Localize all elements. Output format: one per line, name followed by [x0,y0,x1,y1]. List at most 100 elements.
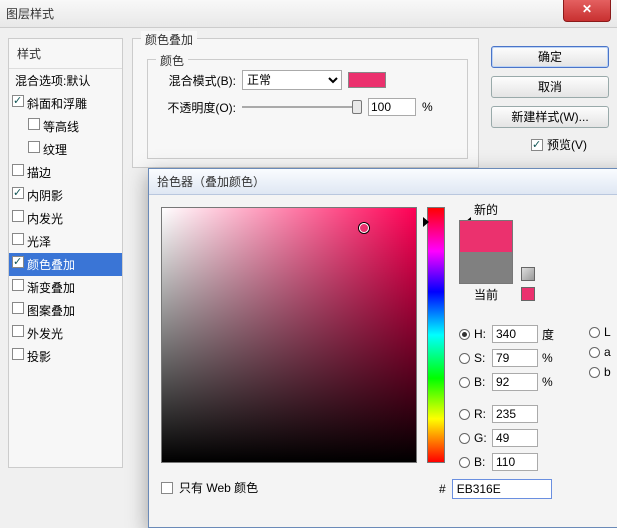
color-overlay-inner: 颜色 混合模式(B): 正常 不透明度(O): % [147,59,468,159]
s-input[interactable] [492,349,538,367]
r-radio[interactable] [459,409,470,420]
styles-list: 混合选项:默认斜面和浮雕等高线纹理描边内阴影内发光光泽颜色叠加渐变叠加图案叠加外… [9,69,122,368]
style-item-1[interactable]: 斜面和浮雕 [9,92,122,115]
style-item-label: 投影 [27,350,51,364]
style-checkbox[interactable] [12,279,24,291]
style-item-label: 描边 [27,166,51,180]
blend-mode-row: 混合模式(B): 正常 [158,70,457,90]
lab-a-label: a [604,345,614,359]
window-title: 图层样式 [6,5,54,22]
style-checkbox[interactable] [28,141,40,153]
g-input[interactable] [492,429,538,447]
style-item-8[interactable]: 颜色叠加 [9,253,122,276]
hex-input[interactable] [452,479,552,499]
style-item-7[interactable]: 光泽 [9,230,122,253]
style-item-label: 等高线 [43,120,79,134]
blend-mode-label: 混合模式(B): [158,72,236,89]
sv-cursor[interactable] [359,223,369,233]
style-checkbox[interactable] [12,302,24,314]
style-item-0[interactable]: 混合选项:默认 [9,69,122,92]
style-item-label: 图案叠加 [27,304,75,318]
picker-titlebar[interactable]: 拾色器（叠加颜色） [149,169,617,195]
style-checkbox[interactable] [12,164,24,176]
b-rgb-label: B: [474,455,488,469]
b-hsb-label: B: [474,375,488,389]
h-radio[interactable] [459,329,470,340]
hue-slider[interactable] [427,207,445,463]
h-row: H: 度 [459,325,558,343]
lab-l-radio[interactable] [589,327,600,338]
lab-l-row: L [589,325,614,339]
style-item-label: 光泽 [27,235,51,249]
h-label: H: [474,327,488,341]
style-item-label: 渐变叠加 [27,281,75,295]
close-icon: ✕ [582,2,592,16]
current-color-swatch[interactable] [460,252,512,283]
b-hsb-input[interactable] [492,373,538,391]
nearest-web-swatch[interactable] [521,287,535,301]
new-style-button[interactable]: 新建样式(W)... [491,106,609,128]
style-item-3[interactable]: 纹理 [9,138,122,161]
new-color-swatch[interactable] [460,221,512,252]
slider-thumb[interactable] [352,100,362,114]
web-only-checkbox[interactable] [161,482,173,494]
g-radio[interactable] [459,433,470,444]
g-label: G: [474,431,488,445]
style-item-label: 内发光 [27,212,63,226]
style-checkbox[interactable] [12,210,24,222]
cube-icon[interactable] [521,267,535,281]
b-hsb-row: B: % [459,373,558,391]
blend-mode-select[interactable]: 正常 [242,70,342,90]
s-label: S: [474,351,488,365]
b-rgb-row: B: [459,453,558,471]
b-hsb-radio[interactable] [459,377,470,388]
style-item-label: 内阴影 [27,189,63,203]
b-rgb-input[interactable] [492,453,538,471]
ok-button[interactable]: 确定 [491,46,609,68]
style-checkbox[interactable] [12,187,24,199]
style-item-12[interactable]: 投影 [9,345,122,368]
style-checkbox[interactable] [12,325,24,337]
r-input[interactable] [492,405,538,423]
color-compare-box [459,220,513,284]
b-rgb-radio[interactable] [459,457,470,468]
opacity-row: 不透明度(O): % [158,98,457,116]
s-radio[interactable] [459,353,470,364]
style-item-5[interactable]: 内阴影 [9,184,122,207]
opacity-label: 不透明度(O): [158,99,236,116]
cancel-button[interactable]: 取消 [491,76,609,98]
web-only-row[interactable]: 只有 Web 颜色 [161,479,258,496]
g-row: G: [459,429,558,447]
close-button[interactable]: ✕ [563,0,611,22]
preview-checkbox-row[interactable]: 预览(V) [531,136,587,153]
b-hsb-unit: % [542,375,558,389]
opacity-slider[interactable] [242,100,362,114]
style-item-9[interactable]: 渐变叠加 [9,276,122,299]
style-item-10[interactable]: 图案叠加 [9,299,122,322]
saturation-value-box[interactable] [161,207,417,463]
style-item-label: 外发光 [27,327,63,341]
lab-b-radio[interactable] [589,367,600,378]
opacity-input[interactable] [368,98,416,116]
style-item-2[interactable]: 等高线 [9,115,122,138]
style-checkbox[interactable] [12,233,24,245]
overlay-color-swatch[interactable] [348,72,386,88]
style-item-6[interactable]: 内发光 [9,207,122,230]
window-titlebar: 图层样式 ✕ [0,0,617,28]
style-item-4[interactable]: 描边 [9,161,122,184]
color-picker-dialog: 拾色器（叠加颜色） 新的 当前 H: [148,168,617,528]
new-color-label: 新的 [459,201,513,218]
lab-a-radio[interactable] [589,347,600,358]
style-item-label: 斜面和浮雕 [27,97,87,111]
picker-title: 拾色器（叠加颜色） [157,173,265,190]
style-checkbox[interactable] [28,118,40,130]
lab-l-label: L [604,325,614,339]
preview-checkbox[interactable] [531,139,543,151]
style-checkbox[interactable] [12,95,24,107]
style-checkbox[interactable] [12,348,24,360]
styles-header: 样式 [9,39,122,69]
style-checkbox[interactable] [12,256,24,268]
new-current-colors: 新的 当前 [459,201,513,303]
style-item-11[interactable]: 外发光 [9,322,122,345]
h-input[interactable] [492,325,538,343]
